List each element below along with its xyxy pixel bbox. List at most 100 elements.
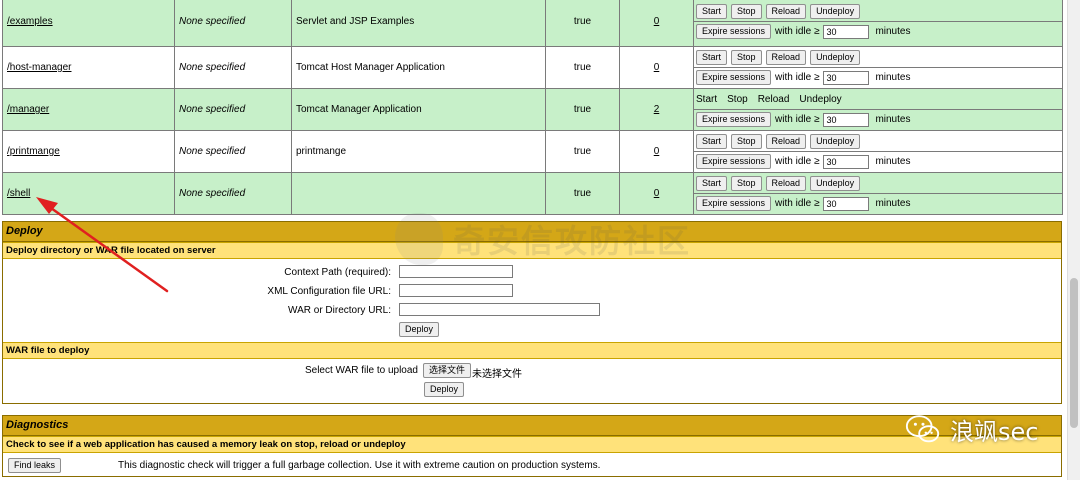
app-sessions-link[interactable]: 0 [654,146,660,157]
xml-config-row: XML Configuration file URL: [3,282,1061,301]
expire-sessions-form: Expire sessionswith idle ≥ minutes [694,67,1062,87]
deploy-button[interactable]: Deploy [399,322,440,337]
expire-sessions-button[interactable]: Expire sessions [696,70,772,85]
app-display-name: None specified [174,88,292,131]
app-path-link[interactable]: /shell [7,188,30,199]
undeploy-button[interactable]: Undeploy [810,50,861,65]
deploy-button2-row: Deploy [3,381,1061,400]
stop-button[interactable]: Stop [731,176,762,191]
stop-button[interactable]: Stop [731,134,762,149]
undeploy-button[interactable]: Undeploy [810,4,861,19]
deploy-panel: Deploy Deploy directory or WAR file loca… [2,221,1062,404]
app-command-buttons: Start Stop Reload Undeploy [696,2,1060,21]
app-path-cell: /examples [2,0,175,47]
minutes-label: minutes [875,156,911,167]
reload-button[interactable]: Reload [765,176,807,191]
app-path-cell: /host-manager [2,46,175,89]
app-running-status: true [545,88,620,131]
app-sessions-link[interactable]: 0 [654,62,660,73]
with-idle-label: with idle ≥ [775,72,820,83]
app-path-cell: /shell [2,172,175,215]
applications-table: /examples None specified Servlet and JSP E… [2,0,1063,215]
diagnostics-panel: Diagnostics Check to see if a web applic… [2,415,1062,477]
expire-sessions-form: Expire sessionswith idle ≥ minutes [694,151,1062,171]
app-description [291,172,546,215]
expire-sessions-form: Expire sessionswith idle ≥ minutes [694,109,1062,129]
app-path-link[interactable]: /printmange [7,146,60,157]
app-description: printmange [291,130,546,173]
app-commands-cell: Start Stop Reload Undeploy Expire sessions wi… [693,172,1063,215]
idle-minutes-input[interactable] [823,112,870,127]
deploy-button-row: Deploy [3,320,1061,339]
choose-file-button[interactable]: 选择文件 [423,363,472,378]
app-path-link[interactable]: /manager [7,104,49,115]
app-sessions-link[interactable]: 0 [654,188,660,199]
reload-button[interactable]: Reload [765,50,807,65]
start-button[interactable]: Start [696,50,728,65]
find-leaks-button[interactable]: Find leaks [8,458,62,473]
undeploy-button[interactable]: Undeploy [810,134,861,149]
app-sessions-cell: 2 [619,88,694,131]
reload-button[interactable]: Reload [765,134,807,149]
scrollbar-thumb[interactable] [1070,278,1078,428]
reload-button[interactable]: Reload [765,4,807,19]
undeploy-text: Undeploy [799,94,842,105]
app-sessions-cell: 0 [619,46,694,89]
minutes-label: minutes [875,198,911,209]
minutes-label: minutes [875,114,911,125]
app-path-link[interactable]: /examples [7,16,53,27]
war-upload-row: Select WAR file to upload 选择文件 未选择文件 [3,359,1061,381]
brand-text: 浪飒sec [950,417,1039,446]
brand-watermark: 浪飒sec [904,410,1038,448]
start-button[interactable]: Start [696,134,728,149]
table-row: /shell None specified true 0 Start Stop Reload… [2,172,1063,215]
stop-button[interactable]: Stop [731,50,762,65]
table-row: /manager None specified Tomcat Manager App… [2,88,1063,131]
app-sessions-cell: 0 [619,130,694,173]
deploy-war-button[interactable]: Deploy [424,382,465,397]
app-sessions-link[interactable]: 2 [654,104,660,115]
app-sessions-link[interactable]: 0 [654,16,660,27]
select-war-label: Select WAR file to upload [304,365,418,376]
idle-minutes-input[interactable] [823,196,870,211]
app-path-link[interactable]: /host-manager [7,62,71,73]
context-path-input[interactable] [399,265,513,278]
with-idle-label: with idle ≥ [775,156,820,167]
diagnostics-subtitle: Check to see if a web application has ca… [3,436,1061,453]
vertical-scrollbar[interactable] [1067,0,1080,480]
app-running-status: true [545,172,620,215]
expire-sessions-button[interactable]: Expire sessions [696,196,772,211]
stop-button[interactable]: Stop [731,4,762,19]
minutes-label: minutes [875,26,911,37]
no-file-chosen-text: 未选择文件 [472,369,522,380]
war-dir-input[interactable] [399,303,600,316]
app-commands-cell: Start Stop Reload Undeploy Expire sessions wi… [693,46,1063,89]
expire-sessions-form: Expire sessionswith idle ≥ minutes [694,193,1062,213]
start-button[interactable]: Start [696,4,728,19]
find-leaks-description: This diagnostic check will trigger a ful… [118,460,601,471]
war-dir-label: WAR or Directory URL: [288,305,391,316]
war-file-subtitle: WAR file to deploy [3,342,1061,359]
expire-sessions-button[interactable]: Expire sessions [696,112,772,127]
idle-minutes-input[interactable] [823,24,870,39]
app-path-cell: /printmange [2,130,175,173]
app-running-status: true [545,0,620,47]
undeploy-button[interactable]: Undeploy [810,176,861,191]
expire-sessions-button[interactable]: Expire sessions [696,24,772,39]
app-command-buttons: Start Stop Reload Undeploy [696,90,1060,109]
context-path-row: Context Path (required): [3,263,1061,282]
idle-minutes-input[interactable] [823,154,870,169]
app-sessions-cell: 0 [619,172,694,215]
app-display-name: None specified [174,46,292,89]
stop-text: Stop [727,94,748,105]
with-idle-label: with idle ≥ [775,26,820,37]
xml-config-label: XML Configuration file URL: [267,286,391,297]
app-display-name: None specified [174,0,292,47]
idle-minutes-input[interactable] [823,70,870,85]
start-text: Start [696,94,718,105]
manager-page: /examples None specified Servlet and JSP E… [0,0,1067,480]
start-button[interactable]: Start [696,176,728,191]
xml-config-input[interactable] [399,284,513,297]
expire-sessions-button[interactable]: Expire sessions [696,154,772,169]
app-description: Servlet and JSP Examples [291,0,546,47]
